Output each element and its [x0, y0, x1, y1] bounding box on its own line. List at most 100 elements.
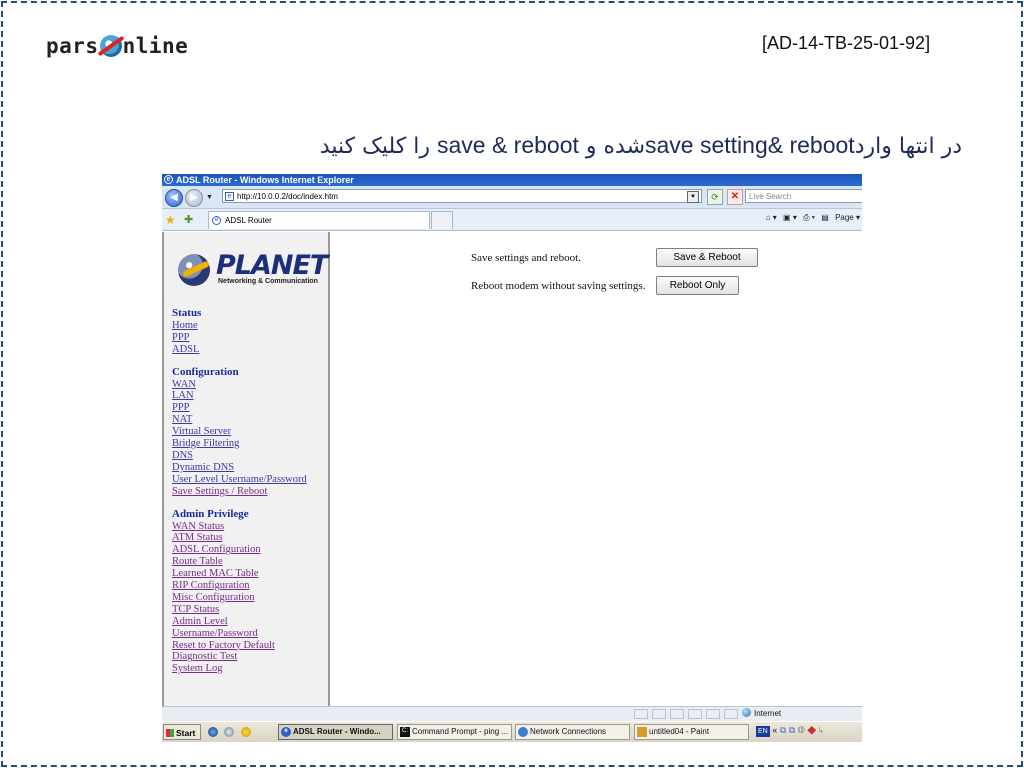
back-button[interactable]: ◀	[165, 189, 183, 207]
reboot-only-button[interactable]: Reboot Only	[656, 276, 739, 295]
feeds-icon[interactable]: ▣ ▾	[783, 213, 797, 222]
menu-heading: Admin Privilege	[172, 507, 249, 520]
tab-label: ADSL Router	[225, 216, 272, 225]
menu-link[interactable]: PPP	[172, 332, 307, 344]
refresh-button[interactable]: ⟳	[707, 189, 723, 205]
messenger-quicklaunch-icon[interactable]	[241, 727, 251, 737]
stop-button[interactable]: ✕	[727, 189, 743, 205]
planet-tagline: Networking & Communication	[218, 278, 318, 285]
network-task-icon	[518, 727, 528, 737]
status-cell	[724, 709, 738, 719]
menu-link[interactable]: Dynamic DNS	[172, 462, 307, 474]
status-cell	[688, 709, 702, 719]
status-cell	[652, 709, 666, 719]
page-icon: e	[225, 192, 234, 201]
menu-link[interactable]: User Level Username/Password	[172, 474, 307, 486]
task-label: untitled04 - Paint	[649, 727, 710, 736]
windows-flag-icon	[166, 729, 174, 737]
start-button[interactable]: Start	[163, 724, 201, 740]
menu-link[interactable]: Learned MAC Table	[172, 568, 307, 580]
status-cell	[634, 709, 648, 719]
menu-link[interactable]: Home	[172, 320, 307, 332]
address-dropdown-icon[interactable]: ▼	[687, 191, 699, 203]
print-icon[interactable]: ⎙ ▾	[803, 213, 815, 222]
caption-part-4: save & reboot	[436, 132, 579, 158]
browser-screenshot: e ADSL Router - Windows Internet Explore…	[162, 174, 862, 742]
status-cell	[706, 709, 720, 719]
menu-link[interactable]: Username/Password	[172, 628, 307, 640]
menu-link[interactable]: NAT	[172, 414, 307, 426]
menu-heading: Configuration	[172, 365, 239, 378]
history-dropdown-icon[interactable]: ▼	[206, 194, 213, 201]
start-label: Start	[176, 728, 196, 738]
ie-quicklaunch-icon[interactable]	[208, 727, 218, 737]
menu-link[interactable]: ATM Status	[172, 532, 307, 544]
router-sidebar: PLANET Networking & Communication Status…	[162, 232, 330, 706]
task-command-prompt[interactable]: C: Command Prompt - ping ...	[397, 724, 512, 740]
page-content: PLANET Networking & Communication Status…	[162, 232, 862, 706]
tab-toolbar: ★ ✚ e ADSL Router ⌂ ▾ ▣ ▾ ⎙ ▾ ▤ Page ▾	[162, 209, 862, 231]
tab-ie-icon: e	[212, 216, 221, 225]
task-label: Network Connections	[530, 727, 607, 736]
caption-part-2: save setting& reboot	[645, 132, 855, 158]
address-bar[interactable]: e http://10.0.0.2/doc/index.htm ▼	[222, 189, 702, 203]
paint-task-icon	[637, 727, 647, 737]
page-menu[interactable]: ▤ Page ▾	[821, 213, 860, 222]
volume-tray-icon[interactable]: ◍	[798, 725, 805, 735]
menu-heading: Status	[172, 307, 202, 319]
home-icon[interactable]: ⌂ ▾	[766, 213, 777, 222]
address-text: http://10.0.0.2/doc/index.htm	[237, 192, 338, 201]
media-quicklaunch-icon[interactable]	[224, 727, 234, 737]
logo-globe-icon	[99, 35, 122, 57]
slide-caption: در انتها واردsave setting& rebootشده و s…	[290, 132, 962, 159]
language-indicator[interactable]: EN	[756, 726, 770, 737]
menu-link[interactable]: ADSL Configuration	[172, 544, 307, 556]
menu-link[interactable]: Admin Level	[172, 616, 307, 628]
caption-part-3: شده و	[578, 134, 646, 159]
menu-link[interactable]: ADSL	[172, 344, 307, 356]
menu-link[interactable]: Route Table	[172, 556, 307, 568]
forward-button[interactable]: ▶	[185, 189, 203, 207]
task-paint[interactable]: untitled04 - Paint	[634, 724, 749, 740]
search-input[interactable]: Live Search	[745, 189, 862, 203]
reboot-panel: Save settings and reboot. Save & Reboot …	[330, 232, 862, 706]
internet-globe-icon	[742, 708, 751, 717]
tab-adsl-router[interactable]: e ADSL Router	[208, 211, 430, 229]
task-label: ADSL Router - Windo...	[293, 727, 381, 736]
planet-logo: PLANET Networking & Communication	[178, 250, 328, 292]
network-tray-icon[interactable]: ⧉	[780, 725, 786, 735]
planet-wordmark: PLANET	[216, 250, 328, 281]
add-favorites-icon[interactable]: ✚	[184, 213, 193, 226]
menu-link[interactable]: WAN	[172, 379, 307, 391]
task-network-connections[interactable]: Network Connections	[515, 724, 630, 740]
tray-misc-icon[interactable]: ↳	[819, 725, 823, 735]
network2-tray-icon[interactable]: ⧉	[789, 725, 795, 735]
menu-link[interactable]: Bridge Filtering	[172, 438, 307, 450]
menu-link[interactable]: LAN	[172, 390, 307, 402]
menu-link[interactable]: RIP Configuration	[172, 580, 307, 592]
task-label: Command Prompt - ping ...	[412, 727, 509, 736]
security-zone: Internet	[742, 708, 781, 720]
menu-link[interactable]: WAN Status	[172, 521, 307, 533]
menu-link[interactable]: Reset to Factory Default	[172, 640, 307, 652]
menu-link[interactable]: TCP Status	[172, 604, 307, 616]
save-reboot-button[interactable]: Save & Reboot	[656, 248, 758, 267]
new-tab-button[interactable]	[431, 211, 453, 229]
menu-link[interactable]: Virtual Server	[172, 426, 307, 438]
system-tray: EN « ⧉ ⧉ ◍ ◆ ↳	[756, 725, 823, 737]
favorites-star-icon[interactable]: ★	[165, 213, 176, 227]
menu-link[interactable]: Save Settings / Reboot	[172, 486, 307, 498]
reboot-description: Reboot modem without saving settings.	[471, 280, 646, 292]
antivirus-tray-icon[interactable]: ◆	[807, 725, 816, 735]
menu-link[interactable]: PPP	[172, 402, 307, 414]
menu-link[interactable]: DNS	[172, 450, 307, 462]
task-adsl-router[interactable]: e ADSL Router - Windo...	[278, 724, 393, 740]
caption-part-1: در انتها وارد	[854, 134, 962, 159]
menu-link[interactable]: System Log	[172, 663, 307, 675]
tray-expand-icon[interactable]: «	[772, 725, 777, 735]
caption-part-5: را کلیک کنید	[319, 134, 437, 159]
menu-link[interactable]: Diagnostic Test	[172, 651, 307, 663]
menu-link[interactable]: Misc Configuration	[172, 592, 307, 604]
ie-icon: e	[164, 175, 173, 184]
address-toolbar: ◀ ▶ ▼ e http://10.0.0.2/doc/index.htm ▼ …	[162, 186, 862, 209]
